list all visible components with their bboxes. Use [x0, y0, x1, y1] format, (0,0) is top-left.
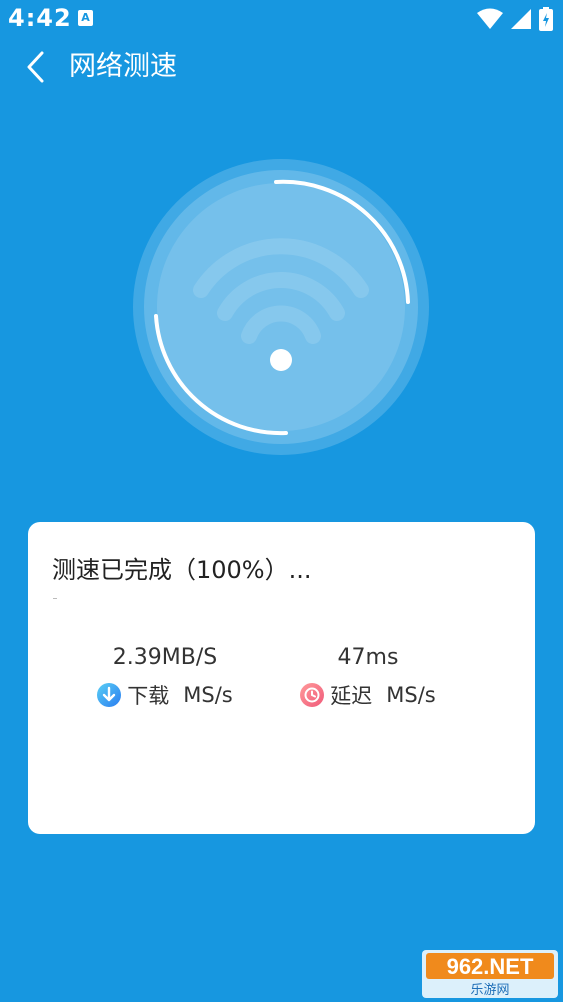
latency-label: 延迟: [330, 684, 373, 708]
back-button[interactable]: [18, 47, 58, 87]
progress-indicator: [53, 598, 57, 599]
download-value: 2.39MB/S: [112, 645, 218, 670]
result-card: 测速已完成（100%）... 2.39MB/S 下载 MS/s 47ms 延迟 …: [28, 522, 535, 834]
download-label-row: 下载 MS/s: [50, 680, 280, 710]
wifi-icon: [477, 8, 503, 29]
download-arrow-icon: [97, 683, 122, 707]
site-watermark-logo: 962.NET 乐游网: [422, 950, 558, 998]
chevron-left-icon: [27, 51, 44, 83]
page-title: 网络测速: [69, 51, 177, 82]
test-status-text: 测速已完成（100%）...: [52, 556, 312, 584]
status-time: 4:42: [8, 4, 72, 32]
status-bar: 4:42 A: [0, 0, 563, 38]
download-metric: 2.39MB/S 下载 MS/s: [50, 640, 280, 710]
signal-icon: [511, 9, 531, 29]
download-label: 下载: [127, 684, 170, 708]
latency-label-row: 延迟 MS/s: [253, 680, 483, 710]
latency-unit: MS/s: [386, 683, 436, 707]
clock-icon: [300, 683, 325, 707]
speed-gauge: [133, 159, 429, 455]
battery-icon: [539, 7, 553, 31]
svg-text:962.NET: 962.NET: [447, 954, 534, 979]
latency-value: 47ms: [337, 645, 399, 670]
status-icons: [477, 6, 553, 32]
gauge-center-dot: [270, 349, 292, 371]
app-notification-icon: A: [78, 10, 93, 26]
download-unit: MS/s: [183, 683, 233, 707]
latency-metric: 47ms 延迟 MS/s: [253, 640, 483, 710]
svg-text:乐游网: 乐游网: [470, 983, 509, 998]
